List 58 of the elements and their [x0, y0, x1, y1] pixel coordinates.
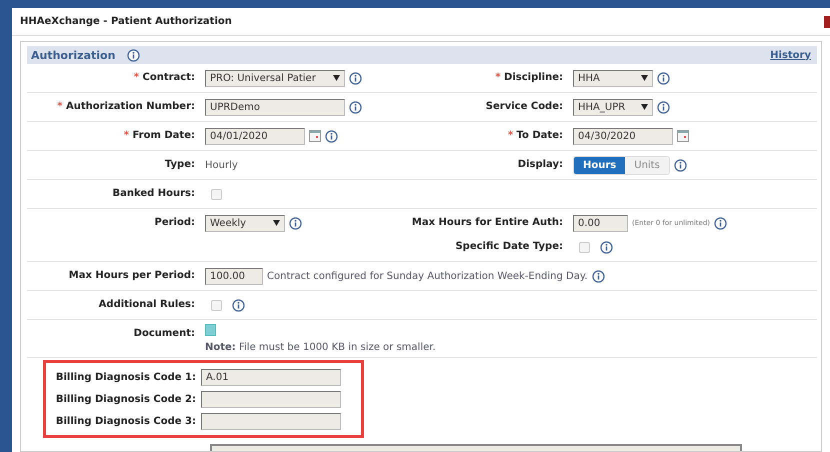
- caret-icon: [641, 75, 648, 81]
- window-title: HHAeXchange - Patient Authorization: [20, 16, 232, 27]
- type-value: Hourly: [205, 160, 238, 170]
- input-field[interactable]: 0.00: [573, 214, 628, 232]
- input-field[interactable]: A.01: [201, 368, 341, 386]
- info-icon[interactable]: [674, 158, 687, 172]
- checkbox[interactable]: [211, 188, 222, 200]
- note-text: Contract configured for Sunday Authorization Week-Ending Day.: [267, 270, 588, 282]
- input-field[interactable]: 100.00: [205, 268, 263, 284]
- field-label: Service Code:: [484, 100, 564, 114]
- field-label: Period:: [154, 216, 196, 230]
- info-icon[interactable]: [232, 298, 245, 312]
- info-icon[interactable]: [592, 270, 605, 282]
- field-label: Billing Diagnosis Code 2:: [54, 394, 197, 404]
- field-label: Max Hours per Period:: [68, 269, 196, 283]
- info-icon[interactable]: [657, 100, 670, 114]
- dropdown[interactable]: Weekly: [205, 214, 285, 232]
- info-icon[interactable]: [349, 72, 362, 84]
- dropdown[interactable]: HHA: [573, 70, 653, 86]
- date-field[interactable]: 04/30/2020: [573, 128, 673, 144]
- info-icon[interactable]: [657, 72, 670, 84]
- info-icon[interactable]: [289, 216, 302, 230]
- caret-icon: [333, 75, 340, 81]
- field-label: Billing Diagnosis Code 1:: [54, 372, 197, 382]
- field-label: Type:: [164, 158, 196, 172]
- info-icon[interactable]: [600, 240, 613, 254]
- dropdown[interactable]: HHA_UPR: [573, 98, 653, 116]
- calendar-icon[interactable]: [309, 130, 321, 142]
- field-label: Document:: [132, 327, 196, 341]
- caret-icon: [641, 104, 648, 110]
- info-icon[interactable]: [714, 216, 728, 230]
- dropdown[interactable]: PRO: Universal Patier: [205, 70, 345, 86]
- field-label: Specific Date Type:: [454, 240, 564, 254]
- field-label: Billing Diagnosis Code 3:: [54, 416, 197, 426]
- history-link[interactable]: History: [770, 50, 811, 60]
- field-label: * To Date:: [506, 129, 564, 143]
- field-label: * Contract:: [132, 71, 196, 85]
- info-icon[interactable]: [349, 100, 362, 114]
- input-field[interactable]: UPRDemo: [205, 98, 345, 116]
- info-icon[interactable]: [325, 130, 338, 142]
- field-label: Additional Rules:: [98, 298, 196, 312]
- calendar-icon[interactable]: [677, 130, 689, 142]
- checkbox[interactable]: [211, 300, 222, 310]
- info-icon[interactable]: [127, 48, 140, 62]
- date-field[interactable]: 04/01/2020: [205, 128, 305, 144]
- input-field[interactable]: [201, 412, 341, 430]
- section-title: Authorization: [31, 48, 116, 62]
- checkbox[interactable]: [579, 242, 590, 252]
- field-label: * From Date:: [122, 129, 196, 143]
- display-option[interactable]: Hours: [574, 156, 626, 174]
- field-label: * Authorization Number:: [56, 100, 196, 114]
- note-text: Note: File must be 1000 KB in size or smaller.: [205, 342, 436, 353]
- field-label: * Discipline:: [494, 71, 564, 85]
- field-label: Display:: [516, 158, 564, 172]
- field-label: Banked Hours:: [111, 187, 196, 201]
- caret-icon: [273, 220, 280, 226]
- field-label: Max Hours for Entire Auth:: [410, 216, 564, 230]
- input-field[interactable]: [201, 390, 341, 408]
